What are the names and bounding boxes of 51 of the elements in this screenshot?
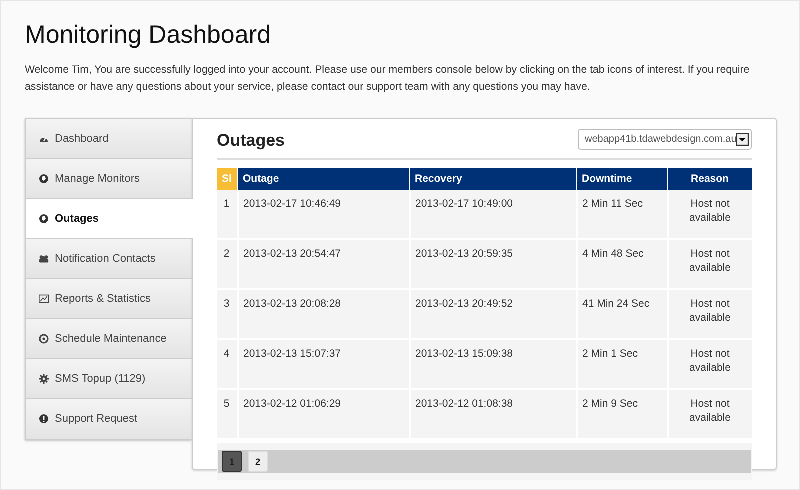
table-cell: 4: [217, 339, 238, 389]
table-cell: 2013-02-13 20:59:35: [410, 239, 576, 289]
table-cell: 2013-02-17 10:46:49: [238, 190, 410, 239]
sidebar-item[interactable]: Manage Monitors: [26, 159, 192, 199]
chart-icon: [39, 294, 49, 304]
table-cell: 2 Min 11 Sec: [576, 190, 668, 239]
caret-icon: [736, 132, 749, 146]
table-cell: Host not available: [668, 289, 752, 339]
sidebar-item[interactable]: Outages: [26, 199, 193, 239]
column-header: Recovery: [410, 168, 576, 190]
users-icon: [39, 254, 49, 264]
table-cell: Host not available: [668, 389, 752, 439]
sidebar-item[interactable]: Dashboard: [26, 119, 192, 159]
table-cell: 2 Min 1 Sec: [576, 339, 668, 389]
clock-icon: [39, 334, 49, 344]
sidebar-item[interactable]: Support Request: [26, 399, 192, 439]
site-select[interactable]: webapp41b.tdawebdesign.com.au: [578, 128, 752, 150]
gear-icon: [39, 374, 49, 384]
table-cell: 1: [217, 190, 238, 239]
table-cell: 5: [217, 389, 238, 439]
table-cell: 3: [217, 289, 238, 339]
page-title: Monitoring Dashboard: [25, 21, 272, 50]
sidebar-item[interactable]: Reports & Statistics: [26, 279, 192, 319]
sidebar-item[interactable]: Schedule Maintenance: [26, 319, 192, 359]
table-cell: Host not available: [668, 339, 752, 389]
table-cell: 2013-02-13 20:54:47: [238, 239, 410, 289]
table-cell: 2013-02-17 10:49:00: [410, 190, 576, 239]
table-cell: 41 Min 24 Sec: [576, 289, 668, 339]
globe-icon: [39, 214, 49, 224]
table-cell: 2013-02-12 01:08:38: [410, 389, 576, 439]
sidebar-item[interactable]: SMS Topup (1129): [26, 359, 192, 399]
table-cell: Host not available: [668, 239, 752, 289]
column-header: Sl: [217, 168, 238, 190]
table-cell: 2013-02-13 15:09:38: [410, 339, 576, 389]
sidebar-item[interactable]: Notification Contacts: [26, 239, 192, 279]
table-cell: 2 Min 9 Sec: [576, 389, 668, 439]
table-cell: Host not available: [668, 190, 752, 239]
column-header: Reason: [668, 168, 752, 190]
page-button[interactable]: 2: [248, 451, 268, 472]
table-cell: 4 Min 48 Sec: [576, 239, 668, 289]
column-header: Outage: [238, 168, 410, 190]
table-cell: 2013-02-13 20:08:28: [238, 289, 410, 339]
panel-title: Outages: [217, 131, 286, 151]
globe-icon: [39, 174, 49, 184]
table-cell: 2013-02-13 15:07:37: [238, 339, 410, 389]
table-cell: 2: [217, 239, 238, 289]
table-cell: 2013-02-12 01:06:29: [238, 389, 410, 439]
help-icon: [39, 414, 49, 424]
table-cell: 2013-02-13 20:49:52: [410, 289, 576, 339]
welcome-text: Welcome Tim, You are successfully logged into your account. Please use our members console below by clicking on the tab icons of interest. If you require assistance or have any questions about your service, please contact our support team with any questions you may have.: [25, 63, 751, 95]
column-header: Downtime: [576, 168, 668, 190]
